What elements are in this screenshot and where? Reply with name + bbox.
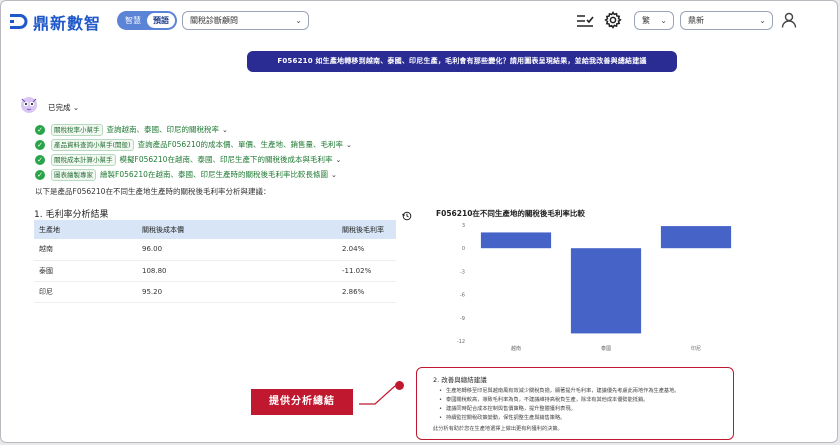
brand-logo[interactable]: 鼎新數智 — [9, 10, 101, 34]
table-cell: 泰國 — [34, 260, 137, 282]
list-item: 生產地轉移至印尼與越南風有效減少關稅負擔，顯著提升毛利率，建議優先考慮此兩地作為… — [439, 387, 723, 396]
margin-table: 生產地 關稅後成本價 關稅後毛利率 越南 96.00 2.04% 泰國 108.… — [34, 220, 396, 303]
y-tick-label: 0 — [462, 246, 465, 252]
step-description: 繪製F056210在越南、泰國、印尼生產時的關稅後毛利率比較長條圖 — [100, 170, 328, 179]
list-item: 持續監控關稅政策變動，保性調整生產與銷售策略。 — [439, 414, 723, 423]
gear-icon[interactable] — [604, 11, 622, 29]
table-cell: 96.00 — [137, 239, 337, 261]
y-tick-label: -3 — [460, 269, 465, 275]
table-row: 泰國 108.80 -11.02% — [34, 260, 396, 282]
assistant-avatar-icon — [21, 97, 37, 113]
chevron-down-icon: ⌄ — [759, 16, 766, 25]
chevron-down-icon[interactable]: ⌄ — [331, 171, 337, 179]
x-tick-label: 泰國 — [601, 345, 611, 352]
y-tick-label: -9 — [460, 316, 465, 322]
logo-text: 鼎新數智 — [33, 14, 102, 33]
step-item[interactable]: ✓ 產品資料查詢小幫手(開般) 查詢產品F056210的成本價、單價、生產地、銷… — [35, 137, 352, 152]
mode-toggle[interactable]: 智慧 預語 — [117, 11, 177, 30]
app-window: 鼎新數智 智慧 預語 關稅診斷顧問 ⌄ 繁 ⌄ 鼎新 ⌄ F056210 如生產… — [0, 0, 838, 443]
table-header-row: 生產地 關稅後成本價 關稅後毛利率 — [34, 220, 396, 239]
top-bar: 鼎新數智 智慧 預語 關稅診斷顧問 ⌄ 繁 ⌄ 鼎新 ⌄ — [1, 1, 837, 39]
callout-connector — [359, 385, 396, 405]
task-list-icon[interactable] — [576, 11, 594, 29]
check-icon: ✓ — [35, 154, 45, 165]
step-description: 模擬F056210在越南、泰國、印尼生產下的關稅後成本與毛利率 — [119, 155, 333, 164]
mode-option-smart[interactable]: 智慧 — [119, 13, 147, 28]
check-icon: ✓ — [35, 124, 45, 135]
user-select-value: 鼎新 — [688, 16, 704, 25]
mode-option-preset[interactable]: 預語 — [147, 13, 175, 28]
agent-tag: 圖表繪製專家 — [51, 168, 96, 181]
list-item: 建議同時配合成本控制與售價策略，提升整體獲利表現。 — [439, 405, 723, 414]
chevron-down-icon[interactable]: ⌄ — [222, 126, 228, 134]
agent-tag: 關稅成本計算小幫手 — [51, 153, 116, 166]
check-icon: ✓ — [35, 139, 45, 150]
improvement-section: 2. 改善與總結建議 生產地轉移至印尼與越南風有效減少關稅負擔，顯著提升毛利率，… — [416, 367, 734, 440]
check-icon: ✓ — [35, 169, 45, 180]
table-cell: 印尼 — [34, 281, 137, 303]
table-row: 越南 96.00 2.04% — [34, 239, 396, 261]
margin-bar-chart: 3 0 -3 -6 -9 -12 越南 泰國 印尼 — [457, 223, 732, 352]
chevron-down-icon: ⌄ — [660, 16, 667, 25]
step-item[interactable]: ✓ 關稅稅率小幫手 查詢越南、泰國、印尼的關稅稅率 ⌄ — [35, 122, 352, 137]
chart-bar — [570, 248, 642, 334]
assistant-select-value: 關稅診斷顧問 — [190, 16, 238, 25]
section-title-improve: 2. 改善與總結建議 — [433, 376, 487, 384]
column-header: 生產地 — [34, 220, 137, 239]
step-list: ✓ 關稅稅率小幫手 查詢越南、泰國、印尼的關稅稅率 ⌄ ✓ 產品資料查詢小幫手(… — [35, 122, 352, 182]
table-cell: 108.80 — [137, 260, 337, 282]
status-text: 已完成 — [48, 103, 71, 112]
history-icon[interactable] — [402, 211, 412, 221]
chart-title: F056210在不同生產地的關稅後毛利率比較 — [436, 209, 585, 218]
chevron-down-icon[interactable]: ⌄ — [335, 156, 341, 164]
answer-intro: 以下是產品F056210在不同生產地生產時的關稅後毛利率分析與建議： — [35, 187, 271, 196]
step-description: 查詢越南、泰國、印尼的關稅稅率 — [106, 125, 220, 134]
x-tick-label: 越南 — [511, 345, 521, 352]
step-description: 查詢產品F056210的成本價、單價、生產地、銷售量、毛利率 — [137, 140, 344, 149]
list-item: 泰國關稅較高，導致毛利率為負，不建議維持高稅負生產，除非有其他成本優勢能抵銷。 — [439, 396, 723, 405]
chart-bar — [660, 226, 732, 249]
chart-bar — [480, 232, 552, 249]
summary-text: 此分析有助於您在生產地選擇上做出更有利獲利的決策。 — [433, 426, 563, 432]
logo-icon — [10, 14, 28, 29]
user-select[interactable]: 鼎新 ⌄ — [680, 11, 773, 30]
user-question-bubble: F056210 如生產地轉移到越南、泰國、印尼生產，毛利會有那些變化？請用圖表呈… — [247, 51, 677, 72]
y-tick-label: -12 — [457, 339, 465, 345]
table-cell: 95.20 — [137, 281, 337, 303]
agent-tag: 產品資料查詢小幫手(開般) — [51, 138, 134, 151]
chevron-down-icon: ⌄ — [72, 103, 80, 112]
assistant-select[interactable]: 關稅診斷顧問 ⌄ — [182, 11, 309, 30]
improvement-list: 生產地轉移至印尼與越南風有效減少關稅負擔，顯著提升毛利率，建議優先考慮此兩地作為… — [433, 387, 723, 423]
column-header: 關稅後毛利率 — [337, 220, 396, 239]
y-tick-label: 3 — [462, 223, 465, 229]
section-title-margin: 1. 毛利率分析結果 — [34, 210, 109, 220]
step-item[interactable]: ✓ 關稅成本計算小幫手 模擬F056210在越南、泰國、印尼生產下的關稅後成本與… — [35, 152, 352, 167]
y-tick-label: -6 — [460, 293, 465, 299]
language-select-value: 繁 — [642, 16, 650, 25]
status-label[interactable]: 已完成 ⌄ — [48, 102, 79, 113]
language-select[interactable]: 繁 ⌄ — [634, 11, 674, 30]
table-cell: -11.02% — [337, 260, 396, 282]
user-icon[interactable] — [780, 11, 798, 29]
chevron-down-icon: ⌄ — [295, 16, 302, 25]
table-row: 印尼 95.20 2.86% — [34, 281, 396, 303]
agent-tag: 關稅稅率小幫手 — [51, 123, 103, 136]
table-cell: 2.86% — [337, 281, 396, 303]
step-item[interactable]: ✓ 圖表繪製專家 繪製F056210在越南、泰國、印尼生產時的關稅後毛利率比較長… — [35, 167, 352, 182]
chevron-down-icon[interactable]: ⌄ — [346, 141, 352, 149]
table-cell: 越南 — [34, 239, 137, 261]
callout-label: 提供分析總結 — [251, 389, 353, 415]
table-cell: 2.04% — [337, 239, 396, 261]
column-header: 關稅後成本價 — [137, 220, 337, 239]
x-tick-label: 印尼 — [691, 345, 701, 352]
callout-marker — [395, 381, 404, 390]
